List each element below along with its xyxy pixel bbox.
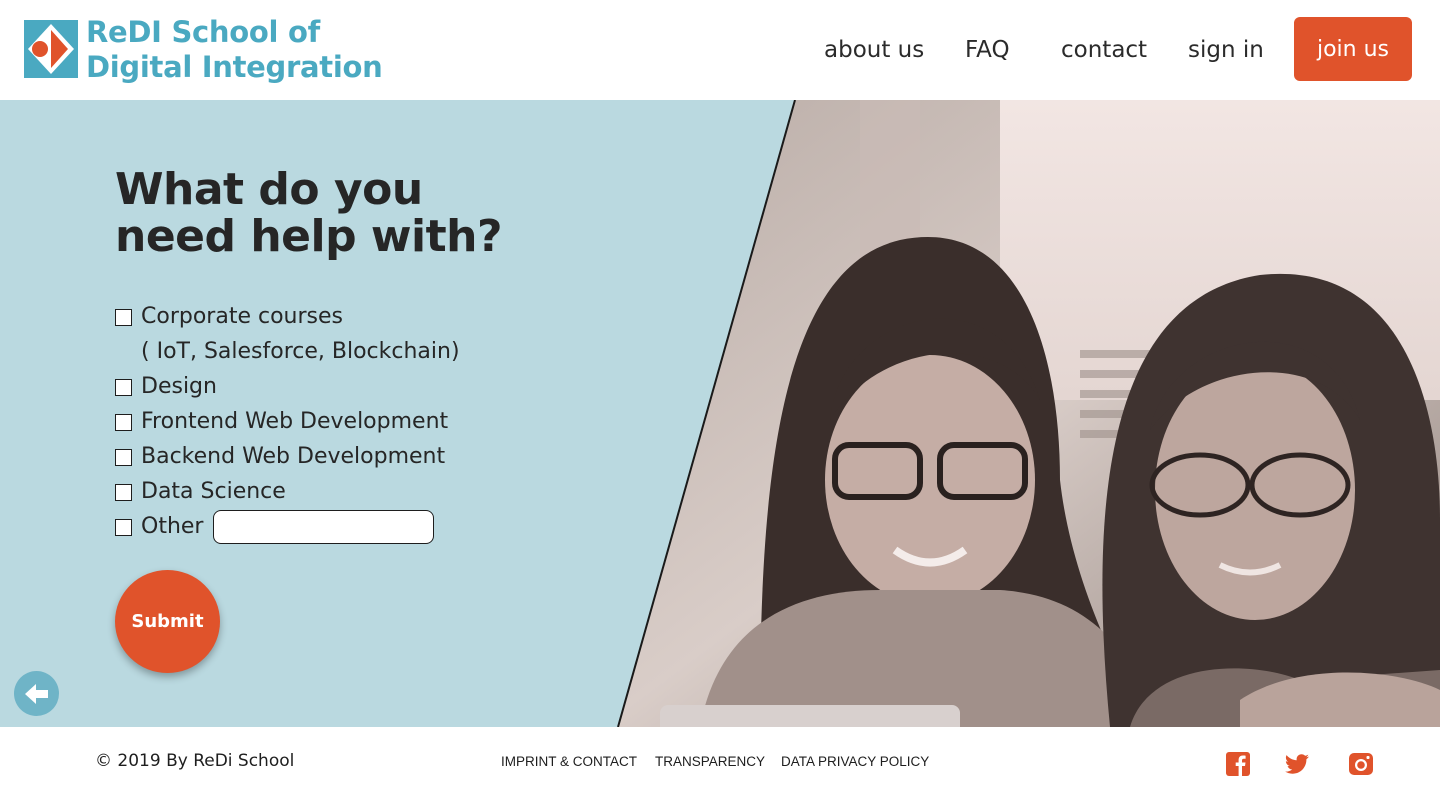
title-line-1: What do you — [115, 164, 423, 215]
facebook-icon[interactable] — [1225, 751, 1251, 777]
copyright-text: © 2019 By ReDi School — [95, 751, 295, 771]
checkbox-corporate-courses[interactable] — [115, 309, 132, 326]
checkbox-other[interactable] — [115, 519, 132, 536]
nav-contact[interactable]: contact — [1061, 34, 1147, 66]
nav-faq[interactable]: FAQ — [965, 34, 1010, 66]
option-label: Frontend Web Development — [141, 409, 449, 434]
checkbox-frontend[interactable] — [115, 414, 132, 431]
submit-button[interactable]: Submit — [115, 570, 220, 673]
option-label: Backend Web Development — [141, 444, 446, 469]
other-text-input[interactable] — [213, 510, 434, 544]
logo-line-1: ReDI School of — [86, 15, 320, 49]
checkbox-data-science[interactable] — [115, 484, 132, 501]
checkbox-design[interactable] — [115, 379, 132, 396]
option-sublabel: ( IoT, Salesforce, Blockchain) — [141, 339, 460, 364]
join-us-button[interactable]: join us — [1294, 17, 1412, 81]
option-label: Corporate courses — [141, 304, 343, 329]
redi-logo-icon — [24, 20, 78, 78]
checkbox-backend[interactable] — [115, 449, 132, 466]
footer-link-transparency[interactable]: TRANSPARENCY — [655, 754, 765, 769]
option-label: Data Science — [141, 479, 286, 504]
title-line-2: need help with? — [115, 211, 503, 262]
back-button[interactable] — [14, 671, 59, 716]
site-logo[interactable]: ReDI School of Digital Integration — [24, 15, 384, 85]
twitter-icon[interactable] — [1284, 751, 1310, 777]
option-label: Other — [141, 514, 204, 539]
footer-link-imprint[interactable]: IMPRINT & CONTACT — [501, 754, 637, 769]
site-footer: © 2019 By ReDi School IMPRINT & CONTACT … — [0, 727, 1440, 800]
page-title: What do you need help with? — [115, 164, 503, 262]
footer-link-privacy[interactable]: DATA PRIVACY POLICY — [781, 754, 929, 769]
arrow-left-icon — [24, 683, 48, 704]
nav-sign-in[interactable]: sign in — [1188, 34, 1264, 66]
site-header: ReDI School of Digital Integration about… — [0, 0, 1440, 100]
option-label: Design — [141, 374, 217, 399]
instagram-icon[interactable] — [1348, 751, 1374, 777]
logo-line-2: Digital Integration — [86, 50, 383, 84]
nav-about-us[interactable]: about us — [824, 34, 924, 66]
help-form-section: What do you need help with? Corporate co… — [0, 100, 1440, 727]
logo-text: ReDI School of Digital Integration — [86, 15, 383, 85]
